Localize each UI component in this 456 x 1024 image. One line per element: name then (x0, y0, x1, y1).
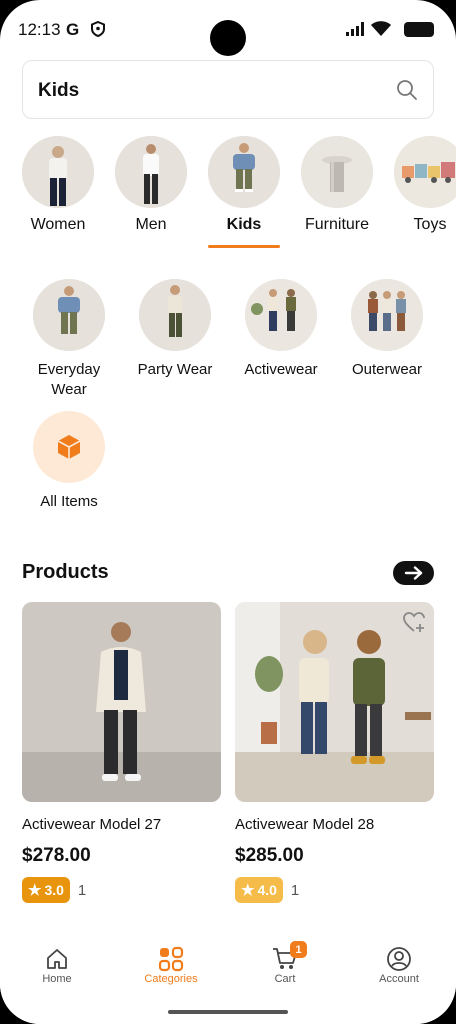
category-furniture[interactable]: Furniture (301, 136, 373, 234)
rating-badge: ★ 3.0 (22, 877, 70, 903)
category-men[interactable]: Men (115, 136, 187, 234)
active-category-indicator (208, 245, 280, 248)
product-price: $278.00 (22, 845, 91, 866)
nav-label: Home (42, 973, 72, 985)
shield-icon (91, 21, 105, 37)
products-title: Products (22, 561, 109, 583)
product-name: Activewear Model 28 (235, 816, 375, 833)
outerwear-image (351, 279, 423, 351)
product-rating: ★ 4.0 1 (235, 877, 434, 903)
star-icon: ★ (241, 882, 255, 899)
subcategory-outerwear[interactable]: Outerwear (340, 279, 434, 380)
account-icon (387, 947, 411, 971)
search-bar[interactable]: Kids (22, 60, 434, 119)
activewear-image (245, 279, 317, 351)
rating-badge: ★ 4.0 (235, 877, 283, 903)
category-label: Toys (413, 216, 447, 233)
nav-account[interactable]: Account (354, 946, 444, 985)
star-icon: ★ (28, 882, 42, 899)
product-image (235, 602, 434, 802)
search-icon[interactable] (395, 78, 419, 102)
battery-icon (404, 22, 434, 37)
subcategory-activewear[interactable]: Activewear (234, 279, 328, 380)
cart-count-badge: 1 (290, 941, 307, 958)
home-icon (47, 949, 67, 969)
party-wear-image (139, 279, 211, 351)
favorite-heart-icon[interactable] (402, 611, 426, 633)
search-input[interactable]: Kids (38, 80, 79, 102)
women-image (22, 136, 94, 208)
category-toys[interactable]: Toys (394, 136, 456, 234)
furniture-image (301, 136, 373, 208)
rating-value: 3.0 (44, 882, 64, 898)
product-price: $285.00 (235, 845, 304, 866)
all-items-circle (33, 411, 105, 483)
category-kids[interactable]: Kids (208, 136, 280, 234)
everyday-wear-image (33, 279, 105, 351)
product-image (22, 602, 221, 802)
rating-value: 4.0 (257, 882, 277, 898)
category-row: Women Men Kids Furniture Toys (22, 136, 456, 248)
nav-cart[interactable]: 1 Cart (240, 941, 330, 985)
product-card[interactable]: Activewear Model 28 $285.00 ★ 4.0 1 (235, 602, 434, 903)
app-screen: 12:13 G Kids Women Men Kids Furniture To… (0, 0, 456, 1024)
subcategory-label: Activewear (244, 361, 318, 378)
subcategory-label: Outerwear (351, 361, 423, 378)
subcategory-label: All Items (40, 493, 98, 510)
status-time: 12:13 (18, 20, 61, 39)
nav-label: Categories (144, 973, 198, 985)
toys-image (394, 136, 456, 208)
nav-categories[interactable]: Categories (126, 946, 216, 985)
category-women[interactable]: Women (22, 136, 94, 234)
nav-label: Account (379, 973, 419, 985)
nav-label: Cart (274, 973, 296, 985)
subcategory-label: Everyday Wear (37, 361, 101, 398)
rating-count: 1 (290, 881, 300, 899)
arrow-right-icon (404, 566, 422, 580)
subcategory-label: Party Wear (137, 361, 213, 378)
product-rating: ★ 3.0 1 (22, 877, 221, 903)
box-icon (57, 435, 81, 459)
home-indicator[interactable] (168, 1010, 288, 1014)
signal-icon (346, 22, 364, 36)
men-image (115, 136, 187, 208)
categories-icon (158, 946, 184, 972)
products-see-all-button[interactable] (393, 561, 434, 585)
nav-home[interactable]: Home (12, 946, 102, 985)
subcategory-all-items[interactable]: All Items (22, 411, 116, 512)
rating-count: 1 (77, 881, 87, 899)
kids-image (208, 136, 280, 208)
subcategory-everyday-wear[interactable]: Everyday Wear (22, 279, 116, 400)
status-bar: 12:13 G (0, 0, 456, 60)
subcategory-party-wear[interactable]: Party Wear (128, 279, 222, 380)
product-name: Activewear Model 27 (22, 816, 162, 833)
product-card[interactable]: Activewear Model 27 $278.00 ★ 3.0 1 (22, 602, 221, 903)
wifi-icon (371, 21, 391, 36)
camera-cutout (210, 20, 246, 56)
google-icon: G (66, 20, 80, 39)
